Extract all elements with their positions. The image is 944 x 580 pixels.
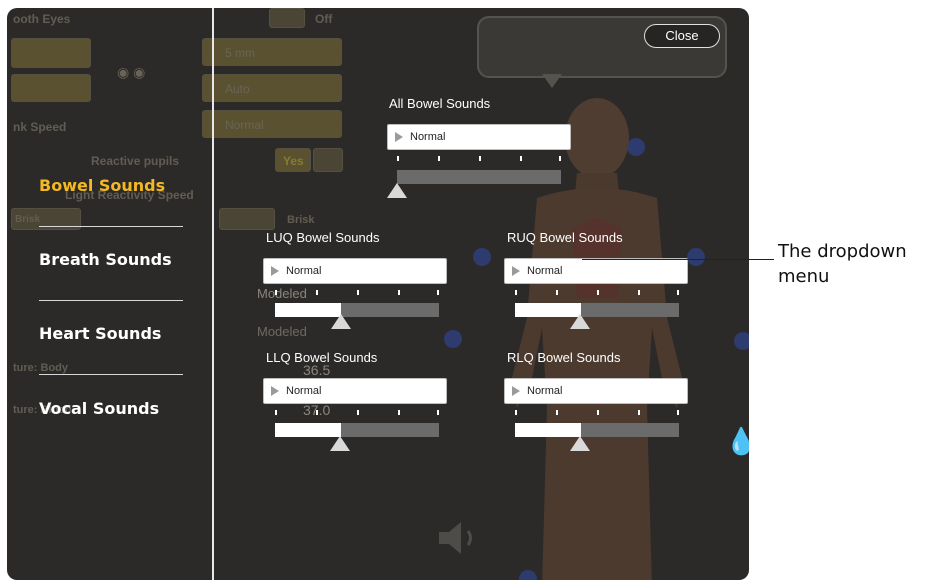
bg-temp-body-label: ture: Body [13, 362, 68, 374]
slider-rest [341, 303, 439, 317]
luq-slider-track[interactable] [275, 303, 439, 317]
bg-box-pupil [202, 38, 342, 66]
callout-line-2: menu [778, 266, 830, 287]
rlq-bowel-sounds-label: RLQ Bowel Sounds [507, 350, 621, 365]
luq-slider-ticks [275, 290, 439, 296]
bg-box-auto [202, 74, 342, 102]
bg-slider-box [219, 208, 275, 230]
bg-row1-label: ooth Eyes [13, 12, 71, 26]
bg-blink-value: Normal [225, 118, 264, 132]
callout-line-1: The dropdown [778, 241, 907, 262]
slider-rest [581, 423, 679, 437]
rlq-slider-ticks [515, 410, 679, 416]
speaker-icon[interactable] [437, 520, 487, 556]
bg-marker-dot [734, 332, 749, 350]
bg-pupil-size: 5 mm [225, 46, 255, 60]
bg-yes-toggle [313, 148, 343, 172]
luq-bowel-sounds-label: LUQ Bowel Sounds [266, 230, 380, 245]
dropdown-value: Normal [410, 131, 446, 143]
all-bowel-sounds-dropdown[interactable]: Normal [387, 124, 571, 150]
slider-rest [341, 423, 439, 437]
luq-bowel-sounds-dropdown[interactable]: Normal [263, 258, 447, 284]
all-bowel-sounds-label: All Bowel Sounds [389, 96, 491, 111]
play-arrow-icon [512, 386, 520, 396]
ruq-slider-track[interactable] [515, 303, 679, 317]
bg-modeled-2: Modeled [257, 324, 307, 339]
menu-separator [39, 374, 183, 375]
dropdown-value: Normal [527, 385, 563, 397]
rlq-bowel-sounds-dropdown[interactable]: Normal [504, 378, 688, 404]
slider-fill [515, 423, 581, 437]
play-arrow-icon [395, 132, 403, 142]
llq-slider-ticks [275, 410, 439, 416]
bowel-sounds-dialog: ooth Eyes Off ◉ ◉ 5 mm Auto nk Speed Nor… [7, 8, 749, 580]
menu-separator [39, 226, 183, 227]
dropdown-value: Normal [527, 265, 563, 277]
all-slider-thumb[interactable] [387, 183, 407, 198]
ruq-slider-ticks [515, 290, 679, 296]
rlq-slider-thumb[interactable] [570, 436, 590, 451]
play-arrow-icon [271, 386, 279, 396]
play-arrow-icon [271, 266, 279, 276]
callout-annotation: The dropdown menu [778, 239, 907, 289]
ruq-slider-thumb[interactable] [570, 314, 590, 329]
close-button[interactable]: Close [644, 24, 720, 48]
llq-slider-thumb[interactable] [330, 436, 350, 451]
llq-bowel-sounds-dropdown[interactable]: Normal [263, 378, 447, 404]
all-slider-track[interactable] [397, 170, 561, 184]
bg-box-1 [11, 38, 91, 68]
menu-separator [39, 300, 183, 301]
body-silhouette [512, 98, 682, 580]
bg-reactive-value: Yes [283, 154, 304, 168]
slider-fill [275, 423, 341, 437]
luq-slider-thumb[interactable] [331, 314, 351, 329]
slider-rest [581, 303, 679, 317]
sidebar-item-breath-sounds[interactable]: Breath Sounds [39, 250, 172, 269]
callout-line [582, 259, 774, 260]
all-slider-ticks [397, 156, 561, 162]
bg-row1-value: Off [315, 12, 333, 26]
bg-toggle-box [269, 8, 305, 28]
slider-rest [397, 170, 561, 184]
ruq-bowel-sounds-dropdown[interactable]: Normal [504, 258, 688, 284]
drop-icon: 💧 [725, 426, 749, 456]
bg-marker-dot [444, 330, 462, 348]
sidebar-item-bowel-sounds[interactable]: Bowel Sounds [39, 176, 165, 195]
bg-box-blink [202, 110, 342, 138]
sidebar-divider [212, 8, 214, 580]
llq-slider-track[interactable] [275, 423, 439, 437]
sidebar-item-heart-sounds[interactable]: Heart Sounds [39, 324, 161, 343]
bg-brisk-right: Brisk [287, 214, 315, 226]
llq-bowel-sounds-label: LLQ Bowel Sounds [266, 350, 378, 365]
sidebar-item-vocal-sounds[interactable]: Vocal Sounds [39, 399, 159, 418]
eye-icon: ◉ ◉ [117, 64, 146, 80]
rlq-slider-track[interactable] [515, 423, 679, 437]
play-arrow-icon [512, 266, 520, 276]
bg-box-2 [11, 74, 91, 102]
bg-auto: Auto [225, 82, 250, 96]
dropdown-value: Normal [286, 265, 322, 277]
dropdown-value: Normal [286, 385, 322, 397]
bg-brisk-left: Brisk [15, 214, 41, 225]
ruq-bowel-sounds-label: RUQ Bowel Sounds [507, 230, 623, 245]
bg-reactive-label: Reactive pupils [91, 154, 180, 168]
bg-blink-label: nk Speed [13, 120, 67, 134]
